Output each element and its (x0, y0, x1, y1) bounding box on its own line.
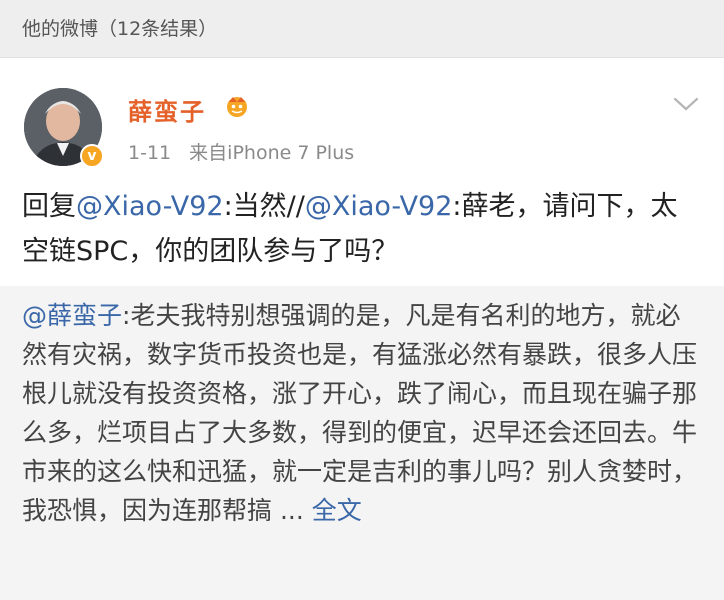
weibo-search-results-page: 他的微博（12条结果） v 薛蛮子 1-11 来自iPhone 7 Plus 回… (0, 0, 724, 600)
reply-prefix: 回复 (22, 191, 76, 222)
post-time: 1-11 (128, 142, 172, 164)
weibo-post-card[interactable]: v 薛蛮子 1-11 来自iPhone 7 Plus 回复@Xiao-V92:当… (0, 58, 724, 600)
post-meta: 1-11 来自iPhone 7 Plus (128, 138, 354, 165)
username[interactable]: 薛蛮子 (128, 92, 206, 127)
full-text-link[interactable]: 全文 (312, 496, 362, 525)
original-author-mention[interactable]: @薛蛮子 (22, 301, 122, 330)
reply-text: :当然// (223, 191, 305, 222)
results-title: 他的微博（12条结果） (22, 18, 218, 40)
results-count-header: 他的微博（12条结果） (0, 0, 724, 58)
verified-v-icon: v (80, 144, 104, 168)
post-source[interactable]: 来自iPhone 7 Plus (189, 142, 354, 164)
mention-link[interactable]: @Xiao-V92 (76, 191, 224, 222)
chevron-down-icon[interactable] (672, 94, 700, 114)
repost-body: :老夫我特别想强调的是，凡是有名利的地方，就必然有灾祸，数字货币投资也是，有猛涨… (22, 301, 698, 525)
vip-crown-icon[interactable] (222, 94, 252, 118)
post-text: 回复@Xiao-V92:当然//@Xiao-V92:薛老，请问下，太空链SPC，… (22, 184, 702, 274)
reposted-original[interactable]: @薛蛮子:老夫我特别想强调的是，凡是有名利的地方，就必然有灾祸，数字货币投资也是… (0, 286, 724, 600)
repost-text: @薛蛮子:老夫我特别想强调的是，凡是有名利的地方，就必然有灾祸，数字货币投资也是… (22, 296, 702, 530)
mention-link[interactable]: @Xiao-V92 (305, 191, 453, 222)
